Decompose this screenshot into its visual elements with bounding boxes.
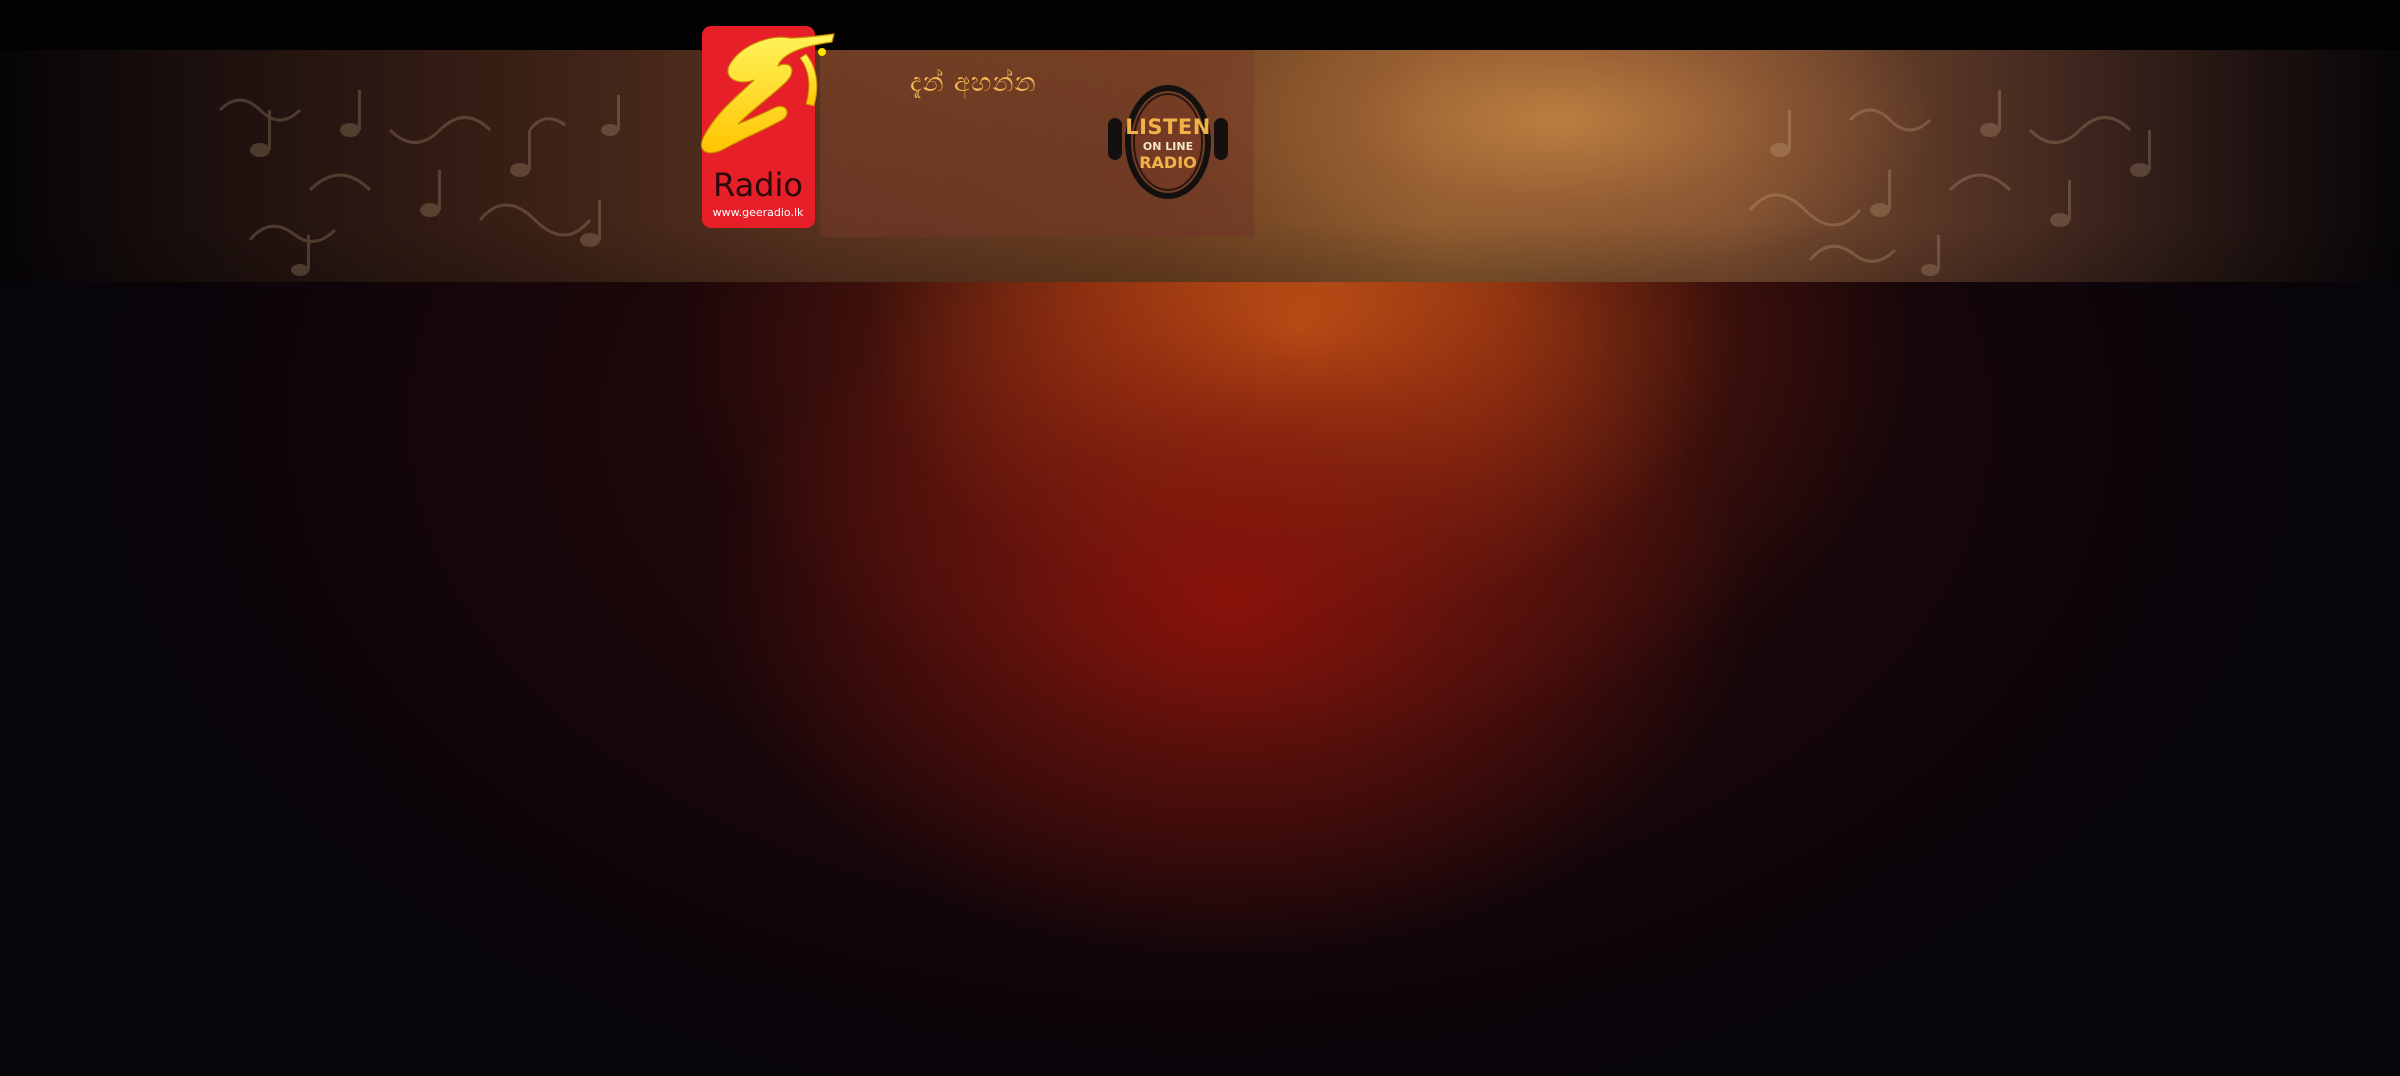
listen-badge-text: LISTEN ON LINE RADIO xyxy=(1106,80,1230,204)
badge-online-label: ON LINE xyxy=(1142,140,1194,153)
page: Radio www.geeradio.lk දැන් අහන්න LISTEN … xyxy=(0,0,2400,1076)
gee-radio-logo[interactable]: Radio www.geeradio.lk xyxy=(682,24,838,230)
listen-online-radio-button[interactable]: LISTEN ON LINE RADIO xyxy=(1106,80,1230,204)
logo-wordmark: Radio xyxy=(713,166,803,204)
badge-radio-label: RADIO xyxy=(1139,153,1197,172)
badge-listen-label: LISTEN xyxy=(1125,115,1211,139)
music-notes-decoration-left xyxy=(218,90,620,276)
logo-url: www.geeradio.lk xyxy=(713,206,804,219)
listen-now-link[interactable]: දැන් අහන්න xyxy=(910,68,1037,99)
music-notes-decoration-right xyxy=(1748,90,2151,276)
top-strip xyxy=(0,0,2400,50)
